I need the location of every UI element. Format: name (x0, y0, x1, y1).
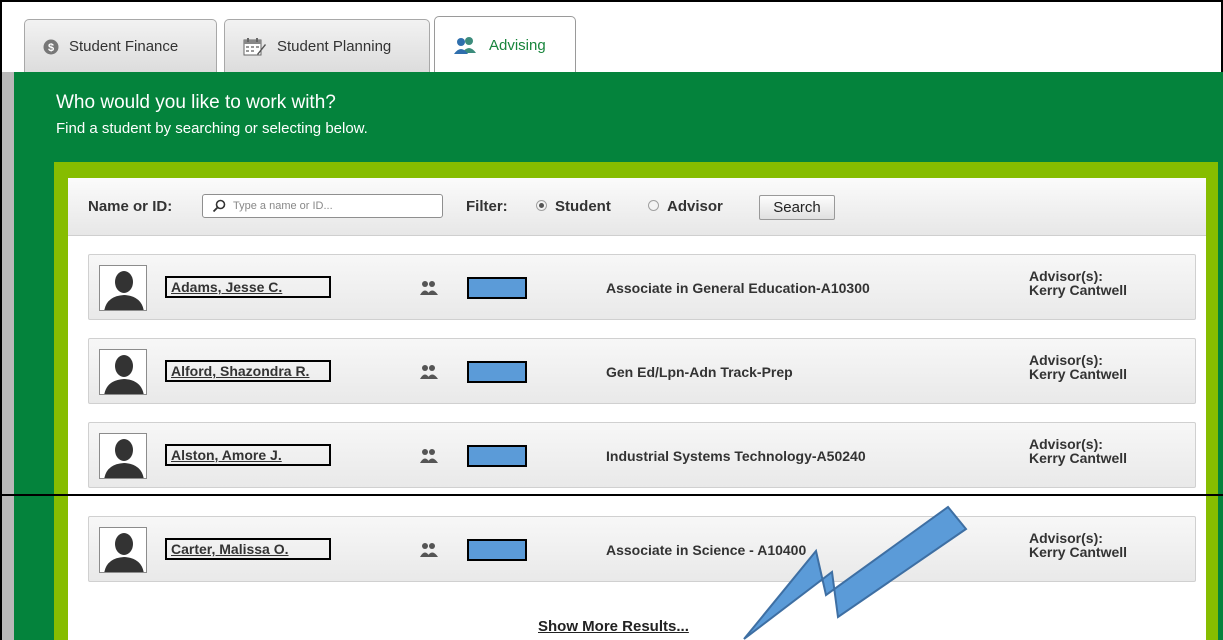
show-more-results-link[interactable]: Show More Results... (538, 618, 689, 635)
filter-advisor-label[interactable]: Advisor (667, 198, 723, 215)
search-icon (212, 199, 226, 213)
program-name: Industrial Systems Technology-A50240 (606, 448, 866, 464)
avatar (99, 265, 147, 311)
redacted-id-box (467, 539, 527, 561)
student-name-link[interactable]: Alston, Amore J. (165, 444, 331, 466)
page-subtitle: Find a student by searching or selecting… (56, 120, 368, 137)
annotation-arrow-icon (743, 505, 968, 640)
dollar-coin-icon: $ (43, 39, 59, 55)
advisor-label: Advisor(s): (1029, 436, 1103, 452)
tab-advising[interactable]: Advising (434, 16, 576, 73)
filter-label: Filter: (466, 198, 508, 215)
advisor-name: Kerry Cantwell (1029, 450, 1128, 466)
advising-panel: Who would you like to work with? Find a … (14, 72, 1223, 640)
tab-student-finance[interactable]: $ Student Finance (24, 19, 217, 73)
advisor-label: Advisor(s): (1029, 530, 1103, 546)
page-title: Who would you like to work with? (56, 92, 336, 113)
tab-label: Student Finance (69, 38, 179, 55)
advisor-name: Kerry Cantwell (1029, 366, 1128, 382)
avatar (99, 527, 147, 573)
name-or-id-label: Name or ID: (88, 198, 173, 215)
program-name: Associate in General Education-A10300 (606, 280, 870, 296)
result-row: Alston, Amore J. Industrial Systems Tech… (88, 422, 1196, 488)
person-silhouette-icon (104, 439, 144, 478)
result-row: Adams, Jesse C. Associate in General Edu… (88, 254, 1196, 320)
avatar (99, 433, 147, 479)
tab-student-planning[interactable]: Student Planning (224, 19, 430, 73)
redacted-id-box (467, 361, 527, 383)
advisor-label: Advisor(s): (1029, 352, 1103, 368)
results-frame: Name or ID: Filter: Student Advisor Sear… (54, 162, 1218, 640)
avatar (99, 349, 147, 395)
divider-line (0, 494, 1223, 496)
advisor-name: Kerry Cantwell (1029, 544, 1128, 560)
result-row: Alford, Shazondra R. Gen Ed/Lpn-Adn Trac… (88, 338, 1196, 404)
results-panel: Name or ID: Filter: Student Advisor Sear… (68, 178, 1206, 640)
calendar-edit-icon (243, 37, 267, 57)
student-name-link[interactable]: Carter, Malissa O. (165, 538, 331, 560)
filter-student-label[interactable]: Student (555, 198, 611, 215)
app-tabs: $ Student Finance Student Planning Advis… (10, 16, 1223, 73)
result-row: Carter, Malissa O. Associate in Science … (88, 516, 1196, 582)
svg-text:$: $ (48, 42, 54, 54)
filter-advisor-radio[interactable] (648, 200, 659, 211)
tab-label: Student Planning (277, 38, 392, 55)
person-silhouette-icon (104, 271, 144, 310)
advisor-name: Kerry Cantwell (1029, 282, 1128, 298)
people-icon (420, 449, 438, 463)
people-icon (420, 281, 438, 295)
people-icon (420, 543, 438, 557)
redacted-id-box (467, 277, 527, 299)
advisor-label: Advisor(s): (1029, 268, 1103, 284)
person-silhouette-icon (104, 533, 144, 572)
left-gutter (2, 72, 14, 640)
people-icon (420, 365, 438, 379)
filter-student-radio[interactable] (536, 200, 547, 211)
person-silhouette-icon (104, 355, 144, 394)
search-bar: Name or ID: Filter: Student Advisor Sear… (68, 178, 1206, 236)
search-button[interactable]: Search (759, 195, 835, 220)
tab-label: Advising (489, 36, 546, 54)
search-input[interactable] (202, 194, 443, 218)
redacted-id-box (467, 445, 527, 467)
student-name-link[interactable]: Alford, Shazondra R. (165, 360, 331, 382)
student-name-link[interactable]: Adams, Jesse C. (165, 276, 331, 298)
program-name: Gen Ed/Lpn-Adn Track-Prep (606, 364, 793, 380)
people-icon (453, 36, 479, 54)
